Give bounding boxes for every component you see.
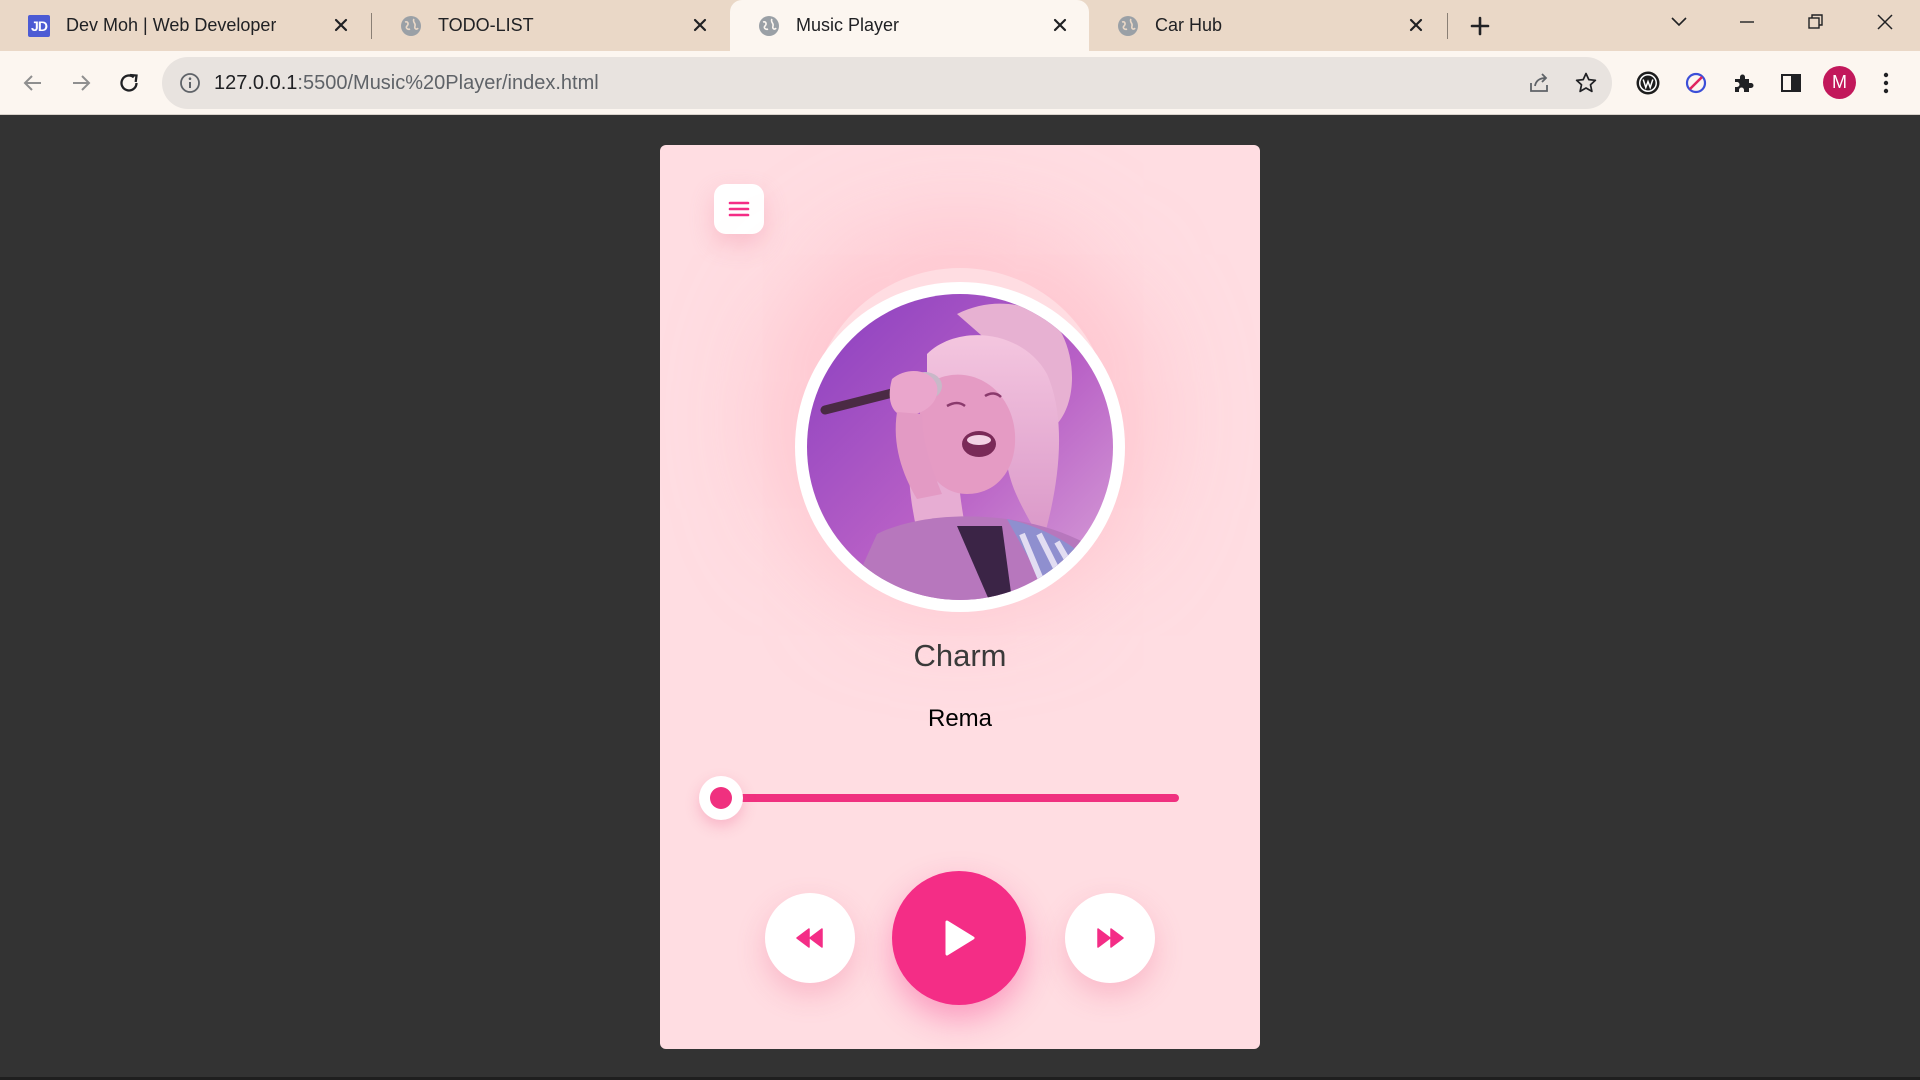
side-panel-button[interactable] [1776, 68, 1806, 98]
star-icon [1575, 72, 1597, 93]
arrow-left-icon [23, 75, 41, 91]
close-icon [1877, 14, 1893, 30]
fast-forward-icon [1097, 928, 1124, 948]
tab-title: Car Hub [1155, 15, 1223, 35]
tab-todo-list[interactable]: TODO-LIST [372, 0, 729, 51]
profile-avatar[interactable]: M [1823, 66, 1856, 99]
reload-icon [120, 73, 138, 92]
singer-photo [807, 294, 1113, 600]
restore-icon [1808, 14, 1823, 29]
tab-search-button[interactable] [1662, 8, 1696, 36]
globe-icon [400, 15, 422, 37]
song-artist: Rema [927, 705, 993, 732]
back-button[interactable] [18, 68, 48, 98]
progress-track[interactable] [715, 794, 1179, 802]
url-path: :5500/Music%20Player/index.html [297, 72, 599, 94]
progress-slider-thumb[interactable] [699, 776, 743, 820]
tab-car-hub[interactable]: Car Hub [1089, 0, 1445, 51]
reload-button[interactable] [114, 68, 144, 98]
close-icon[interactable] [330, 14, 352, 36]
browser-toolbar: 127.0.0.1:5500/Music%20Player/index.html… [0, 51, 1920, 115]
menu-button[interactable] [714, 184, 764, 234]
arrow-right-icon [73, 75, 91, 91]
play-button[interactable] [892, 871, 1026, 1005]
browser-menu-button[interactable] [1871, 68, 1901, 98]
forward-button[interactable] [66, 68, 96, 98]
kebab-menu-icon [1883, 72, 1889, 94]
next-button[interactable] [1065, 893, 1155, 983]
blocker-extension-button[interactable] [1681, 68, 1711, 98]
chevron-down-icon [1671, 17, 1687, 27]
play-icon [945, 920, 975, 956]
close-icon[interactable] [689, 14, 711, 36]
previous-button[interactable] [765, 893, 855, 983]
progress-thumb-dot [710, 787, 732, 809]
minimize-icon [1740, 21, 1754, 23]
tab-dev-moh[interactable]: JD Dev Moh | Web Developer [0, 0, 370, 51]
extensions-button[interactable] [1728, 68, 1758, 98]
tab-title: Dev Moh | Web Developer [66, 15, 277, 35]
share-icon [1530, 73, 1548, 92]
bookmark-button[interactable] [1573, 70, 1599, 96]
new-tab-button[interactable] [1466, 12, 1494, 40]
music-player-card: Charm Rema [660, 145, 1260, 1049]
close-window-button[interactable] [1868, 8, 1902, 36]
restore-button[interactable] [1799, 8, 1833, 36]
side-panel-icon [1781, 74, 1801, 92]
wordpress-extension-button[interactable] [1633, 68, 1663, 98]
tab-music-player[interactable]: Music Player [730, 0, 1089, 51]
globe-icon [1117, 15, 1139, 37]
wordpress-icon [1636, 71, 1660, 95]
minimize-button[interactable] [1730, 8, 1764, 36]
close-icon[interactable] [1049, 14, 1071, 36]
url-host: 127.0.0.1 [214, 72, 298, 94]
block-icon [1685, 72, 1707, 94]
plus-icon [1470, 16, 1490, 36]
album-art [795, 282, 1125, 612]
close-icon[interactable] [1405, 14, 1427, 36]
address-bar[interactable]: 127.0.0.1:5500/Music%20Player/index.html [162, 57, 1612, 109]
share-button[interactable] [1526, 70, 1552, 96]
tab-separator [1447, 13, 1448, 39]
url-text[interactable]: 127.0.0.1:5500/Music%20Player/index.html [214, 57, 599, 109]
tab-title: Music Player [796, 15, 900, 35]
browser-tab-strip: JD Dev Moh | Web Developer TODO-LIST Mus… [0, 0, 1920, 51]
song-title: Charm [913, 638, 1007, 673]
globe-icon [758, 15, 780, 37]
puzzle-icon [1735, 74, 1754, 92]
tab-title: TODO-LIST [438, 15, 534, 35]
jd-favicon-icon: JD [28, 14, 50, 37]
hamburger-menu-icon [728, 201, 750, 217]
info-icon[interactable] [178, 71, 202, 95]
rewind-icon [796, 928, 823, 948]
